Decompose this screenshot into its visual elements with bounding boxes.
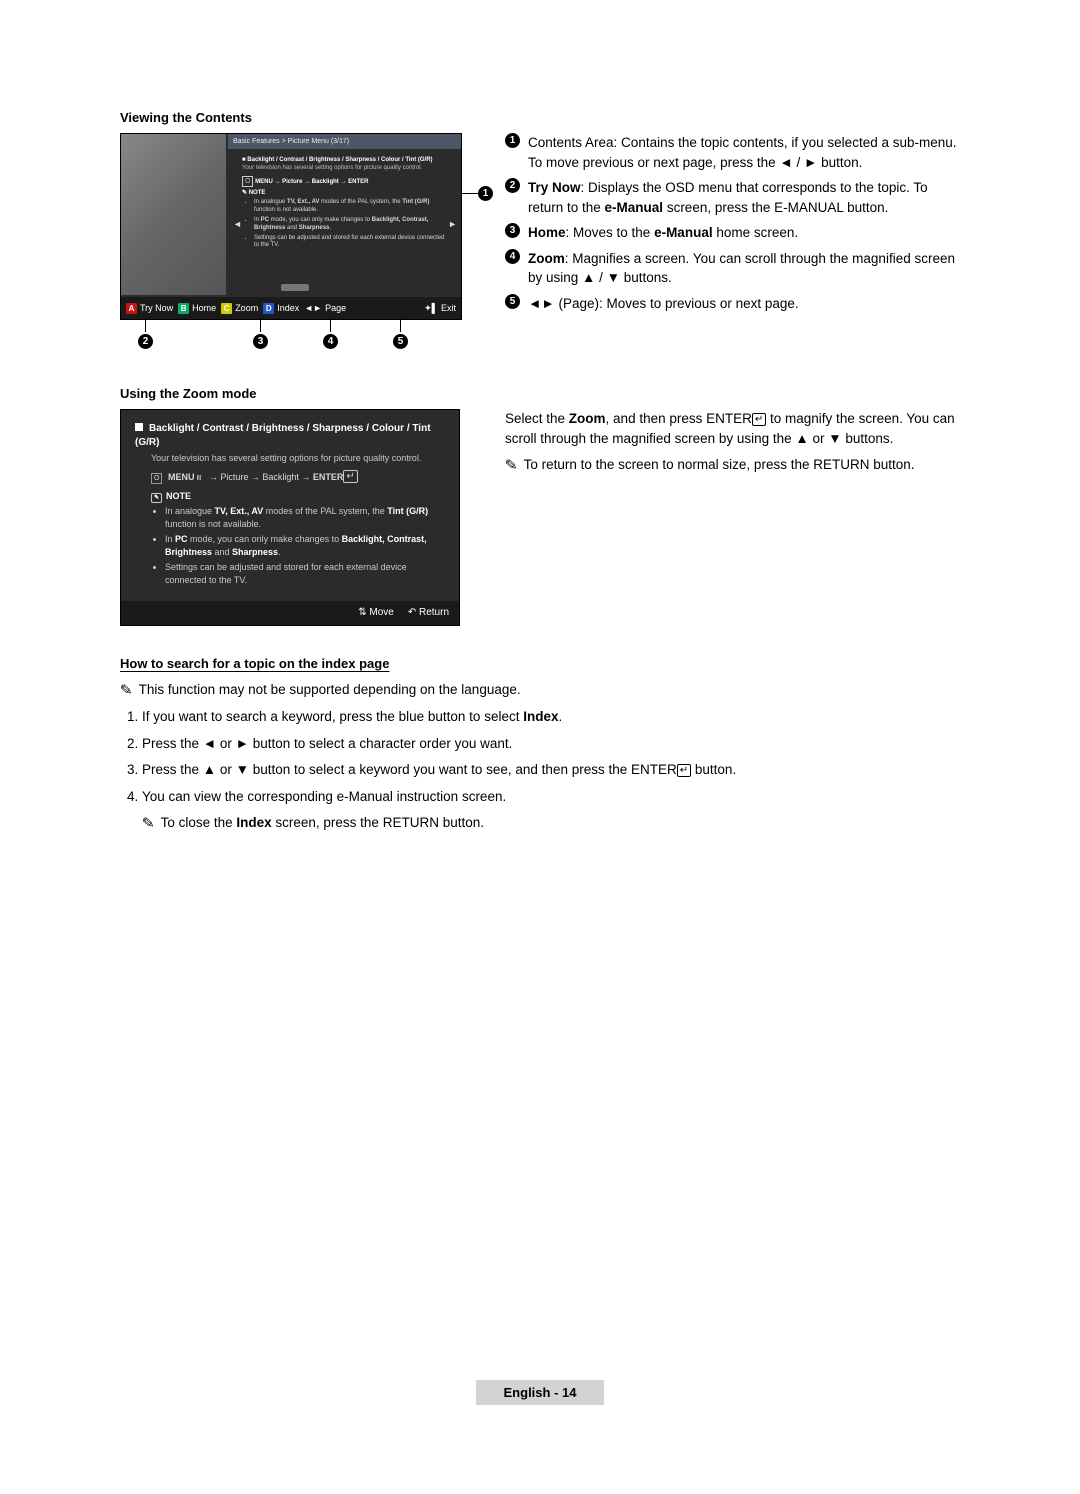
move-control: ⇅ Move — [358, 606, 394, 620]
zoom-footer: ⇅ Move ↶ Return — [121, 601, 459, 625]
index-note: ✎This function may not be supported depe… — [120, 679, 960, 702]
zoom-menu-path: O MENUⅢ → Picture → Backlight → ENTER↵ — [151, 471, 445, 484]
zoom-row: Backlight / Contrast / Brightness / Shar… — [120, 409, 960, 626]
footer-try: Try Now — [140, 303, 173, 313]
enter-icon: ↵ — [343, 470, 357, 483]
nav-right-icon: ► — [448, 219, 457, 229]
num-1: 1 — [505, 133, 520, 148]
num-3: 3 — [505, 223, 520, 238]
note-item: Settings can be adjusted and stored for … — [254, 235, 449, 251]
b-button-icon: B — [178, 303, 189, 314]
desc-5: ◄► (Page): Moves to previous or next pag… — [528, 294, 960, 314]
return-icon: ↶ — [408, 607, 416, 618]
menu-path: MENU → Picture → Backlight → ENTER — [255, 179, 368, 185]
note-item: In PC mode, you can only make changes to… — [254, 217, 449, 233]
footer-index: Index — [277, 303, 299, 313]
num-4: 4 — [505, 249, 520, 264]
step-1: If you want to search a keyword, press t… — [142, 707, 960, 727]
zoom-title: Backlight / Contrast / Brightness / Shar… — [135, 423, 431, 448]
a-button-icon: A — [126, 303, 137, 314]
section-title-viewing: Viewing the Contents — [120, 110, 960, 125]
menu-key-icon: O — [151, 473, 162, 484]
zoom-note-item: In PC mode, you can only make changes to… — [165, 533, 445, 558]
footer-zoom: Zoom — [235, 303, 258, 313]
num-2: 2 — [505, 178, 520, 193]
screenshot-body: ■ Backlight / Contrast / Brightness / Sh… — [228, 149, 461, 295]
viewing-contents-row: Basic Features > Picture Menu (3/17) ■ B… — [120, 133, 960, 356]
lr-icon: ◄► — [304, 303, 322, 313]
note-item: In analogue TV, Ext., AV modes of the PA… — [254, 199, 449, 215]
screenshot-contents: Basic Features > Picture Menu (3/17) ■ B… — [120, 133, 462, 320]
nav-left-icon: ◄ — [233, 219, 242, 229]
callout-3: 3 — [253, 334, 268, 349]
enter-icon: ↵ — [677, 764, 691, 777]
menu-key-icon: O — [242, 176, 253, 187]
topic-sub: Your television has several setting opti… — [242, 165, 449, 173]
footer-exit: Exit — [441, 303, 456, 313]
zoom-paragraph: Select the Zoom, and then press ENTER↵ t… — [505, 409, 960, 450]
section-title-zoom: Using the Zoom mode — [120, 386, 960, 401]
c-button-icon: C — [221, 303, 232, 314]
zoom-note-item: In analogue TV, Ext., AV modes of the PA… — [165, 505, 445, 530]
callout-descriptions: 1 Contents Area: Contains the topic cont… — [505, 133, 960, 314]
topic-title: Backlight / Contrast / Brightness / Shar… — [247, 157, 432, 163]
desc-1: Contents Area: Contains the topic conten… — [528, 133, 960, 172]
square-bullet-icon — [135, 423, 143, 431]
screenshot-thumbnail-area — [121, 134, 226, 295]
index-steps: If you want to search a keyword, press t… — [120, 707, 960, 835]
zoom-note-label: ✎NOTE — [151, 490, 445, 503]
step-2: Press the ◄ or ► button to select a char… — [142, 734, 960, 754]
footer-page: Page — [325, 303, 346, 313]
return-control: ↶ Return — [408, 606, 449, 620]
num-5: 5 — [505, 294, 520, 309]
updown-icon: ⇅ — [358, 607, 366, 618]
note-icon: ✎ — [504, 454, 518, 478]
desc-3: Home: Moves to the e-Manual home screen. — [528, 223, 960, 243]
page-number: English - 14 — [476, 1380, 605, 1405]
zoom-note-item: Settings can be adjusted and stored for … — [165, 561, 445, 586]
note-icon: ✎ — [119, 679, 133, 703]
section-title-index: How to search for a topic on the index p… — [120, 656, 960, 671]
screenshot-breadcrumb: Basic Features > Picture Menu (3/17) — [228, 134, 461, 149]
enter-icon: ↵ — [752, 413, 766, 426]
callout-5: 5 — [393, 334, 408, 349]
callout-1: 1 — [478, 186, 493, 201]
step-3: Press the ▲ or ▼ button to select a keyw… — [142, 760, 960, 780]
desc-4: Zoom: Magnifies a screen. You can scroll… — [528, 249, 960, 288]
help-pill — [281, 284, 309, 291]
callout-4: 4 — [323, 334, 338, 349]
exit-icon: ✦▌ — [424, 303, 438, 314]
screenshot-footer: ATry Now BHome CZoom DIndex ◄►Page ✦▌Exi… — [121, 297, 461, 319]
page-footer: English - 14 — [120, 1375, 960, 1410]
zoom-return-note: ✎To return to the screen to normal size,… — [505, 454, 960, 477]
desc-2: Try Now: Displays the OSD menu that corr… — [528, 178, 960, 217]
step-4-note: ✎To close the Index screen, press the RE… — [142, 812, 960, 835]
callout-2: 2 — [138, 334, 153, 349]
step-4: You can view the corresponding e-Manual … — [142, 787, 960, 835]
footer-home: Home — [192, 303, 216, 313]
note-icon: ✎ — [141, 813, 155, 837]
note-label: ✎ NOTE — [242, 190, 449, 198]
d-button-icon: D — [263, 303, 274, 314]
screenshot-zoom: Backlight / Contrast / Brightness / Shar… — [120, 409, 460, 626]
zoom-sub: Your television has several setting opti… — [151, 452, 445, 465]
